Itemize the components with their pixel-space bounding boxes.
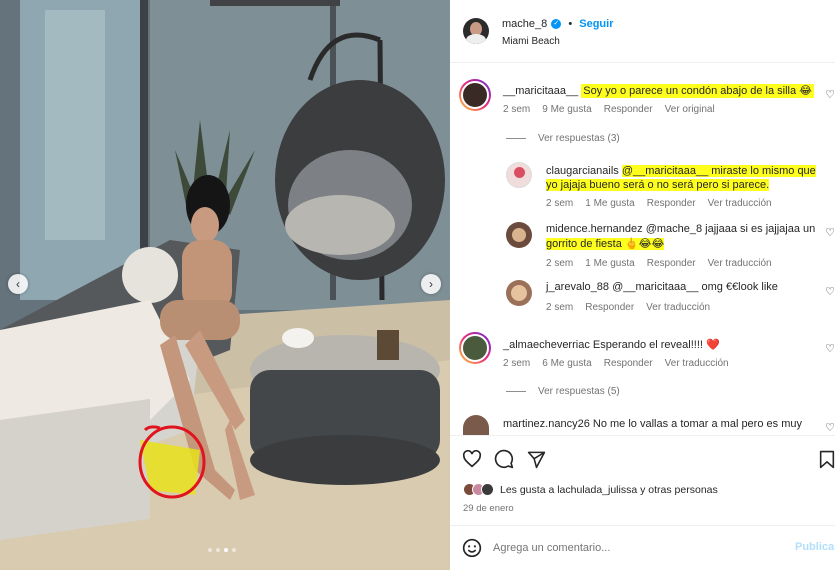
likes-user-link[interactable]: lachulada_julissa <box>557 484 637 496</box>
post-photo: ‹ › <box>0 0 450 570</box>
comment-username[interactable]: claugarcianails <box>546 165 619 177</box>
translate-button[interactable]: Ver traducción <box>708 258 772 269</box>
likes-others-link[interactable]: otras personas <box>648 484 717 496</box>
avatar[interactable] <box>506 280 532 306</box>
avatar[interactable] <box>459 79 491 111</box>
comment-time[interactable]: 2 sem <box>546 198 573 209</box>
post-date[interactable]: 29 de enero <box>463 503 514 514</box>
comment-text: @__maricitaaa__ miraste lo mismo que <box>621 165 816 177</box>
reply-button[interactable]: Responder <box>647 198 696 209</box>
reply-button[interactable]: Responder <box>585 302 634 313</box>
avatar[interactable] <box>463 18 489 44</box>
comment-username[interactable]: _almaecheverriac <box>503 339 590 351</box>
add-comment-bar: Publicar <box>450 525 835 570</box>
comment-likes[interactable]: 1 Me gusta <box>585 258 634 269</box>
post-username[interactable]: mache_8 <box>502 18 547 30</box>
avatar[interactable] <box>506 222 532 248</box>
avatar[interactable] <box>459 332 491 364</box>
likes-summary: Les gusta a lachulada_julissa y otras pe… <box>463 483 718 496</box>
reply-button[interactable]: Responder <box>604 358 653 369</box>
translate-button[interactable]: Ver traducción <box>708 198 772 209</box>
post-detail-panel: mache_8 ✓ • Seguir Miami Beach __maricita… <box>450 0 835 570</box>
heart-icon[interactable]: ♡ <box>825 88 835 101</box>
comment-username[interactable]: martinez.nancy26 <box>503 418 590 430</box>
comment-time[interactable]: 2 sem <box>503 104 530 115</box>
heart-icon[interactable]: ♡ <box>825 421 835 434</box>
likes-prefix: Les gusta a <box>500 483 558 496</box>
comment-text: No me lo vallas a tomar a mal pero es mu… <box>592 418 802 430</box>
comment-likes[interactable]: 9 Me gusta <box>542 104 591 115</box>
comment-text-cont: gorrito de fiesta 🖕😂😂 <box>546 238 665 250</box>
view-replies-button[interactable]: Ver respuestas (3) <box>538 133 620 144</box>
follow-button[interactable]: Seguir <box>579 18 613 30</box>
photo-illustration <box>0 0 450 570</box>
avatar[interactable] <box>481 483 494 496</box>
comment-username[interactable]: midence.hernandez <box>546 223 643 235</box>
chevron-left-icon[interactable]: ‹ <box>8 274 28 294</box>
bookmark-icon[interactable] <box>816 448 835 470</box>
heart-icon[interactable]: ♡ <box>825 226 835 239</box>
view-replies-button[interactable]: Ver respuestas (5) <box>538 386 620 397</box>
comment-time[interactable]: 2 sem <box>503 358 530 369</box>
comment-text-cont: yo jajaja bueno será o no será pero si p… <box>546 179 770 191</box>
translate-button[interactable]: Ver traducción <box>646 302 710 313</box>
post-location[interactable]: Miami Beach <box>502 36 560 47</box>
comment-likes[interactable]: 1 Me gusta <box>585 198 634 209</box>
likes-middle: y <box>637 483 649 496</box>
comment-input[interactable] <box>493 538 773 558</box>
translate-button[interactable]: Ver traducción <box>665 358 729 369</box>
translate-button[interactable]: Ver original <box>665 104 715 115</box>
heart-icon[interactable]: ♡ <box>825 285 835 298</box>
comment-time[interactable]: 2 sem <box>546 302 573 313</box>
comment-username[interactable]: __maricitaaa__ <box>503 85 578 97</box>
post-header: mache_8 ✓ • Seguir Miami Beach <box>450 0 835 63</box>
heart-icon[interactable]: ♡ <box>825 342 835 355</box>
verified-badge-icon: ✓ <box>551 19 562 30</box>
comment-text: Soy yo o parece un condón abajo de la si… <box>581 84 815 98</box>
publish-button[interactable]: Publicar <box>795 541 835 553</box>
avatar[interactable] <box>506 162 532 188</box>
comment-icon[interactable] <box>493 448 515 470</box>
reply-button[interactable]: Responder <box>647 258 696 269</box>
comment-username[interactable]: j_arevalo_88 <box>546 281 609 293</box>
heart-icon[interactable] <box>461 448 483 470</box>
share-icon[interactable] <box>525 448 547 470</box>
emoji-icon[interactable] <box>461 537 483 559</box>
reply-button[interactable]: Responder <box>604 104 653 115</box>
avatar[interactable] <box>463 415 489 435</box>
carousel-dots <box>208 548 236 552</box>
chevron-right-icon[interactable]: › <box>421 274 441 294</box>
comment-text: @__maricitaaa__ omg €€look like <box>612 281 778 293</box>
comment-text: @mache_8 jajjaaa si es jajjajaa un <box>645 223 816 235</box>
comment-text: Esperando el reveal!!!! ❤️ <box>592 339 720 351</box>
comment-time[interactable]: 2 sem <box>546 258 573 269</box>
comment-likes[interactable]: 6 Me gusta <box>542 358 591 369</box>
